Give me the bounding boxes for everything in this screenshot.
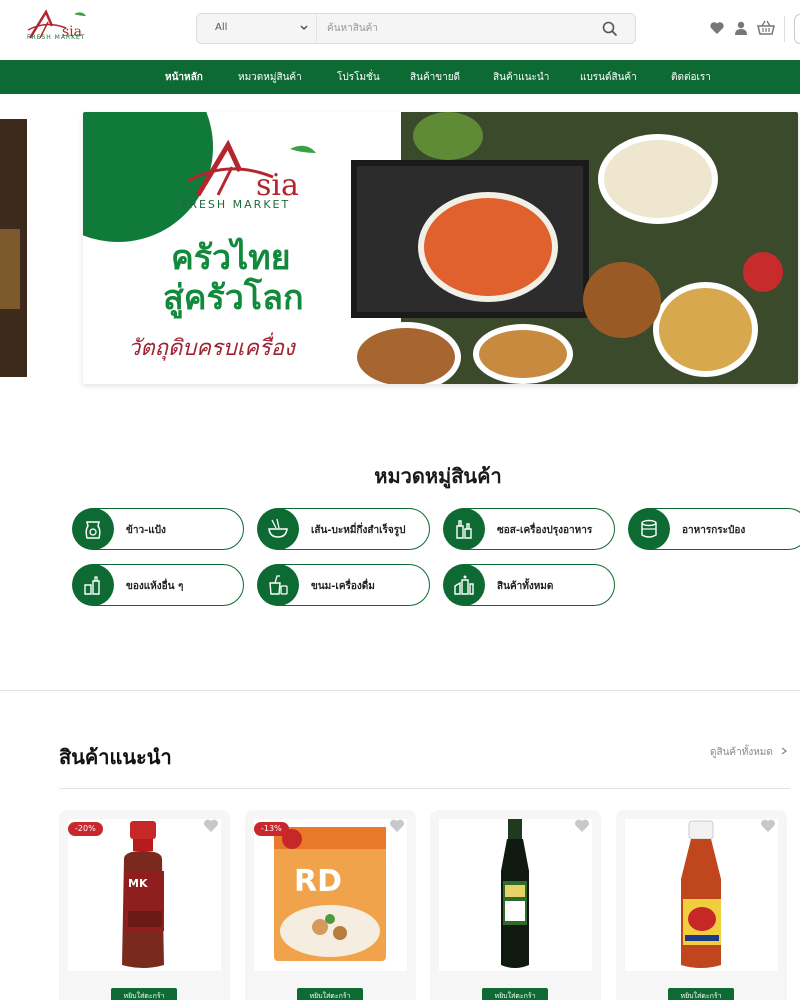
add-to-cart-button[interactable]: หยิบใส่ตะกร้า: [111, 988, 177, 1000]
tom-yum-bowl-image: [418, 192, 558, 302]
category-label: ข้าว-แป้ง: [126, 525, 166, 536]
discount-badge: -20%: [68, 822, 103, 836]
add-to-cart-button[interactable]: หยิบใส่ตะกร้า: [297, 988, 363, 1000]
recommended-title: สินค้าแนะนำ: [59, 745, 172, 769]
nav-item-home[interactable]: หน้าหลัก: [165, 70, 203, 85]
search-icon[interactable]: [601, 20, 619, 38]
page: sia FRESH MARKET All หน้าหลัก หมวดหมู่สิ…: [0, 0, 800, 1000]
section-divider: [0, 690, 800, 691]
mk-sauce-bottle-image: MK: [122, 821, 164, 968]
canned-food-icon: [628, 508, 670, 550]
product-card[interactable]: MK -20% หยิบใส่ตะกร้า: [59, 810, 230, 1000]
chevron-right-icon: [781, 747, 788, 755]
heart-icon[interactable]: [709, 20, 725, 36]
category-label: อาหารกระป๋อง: [682, 525, 746, 536]
category-rice-flour[interactable]: ข้าว-แป้ง: [72, 508, 244, 550]
category-sauces[interactable]: ซอส-เครื่องปรุงอาหาร: [443, 508, 615, 550]
heart-icon[interactable]: [203, 818, 219, 833]
chili-image: [743, 252, 783, 292]
recommended-underline: [59, 788, 790, 789]
dark-soy-sauce-bottle-image: [501, 819, 529, 968]
heart-icon[interactable]: [760, 818, 776, 833]
heart-icon[interactable]: [389, 818, 405, 833]
hero-banner[interactable]: sia FRESH MARKET ครัวไทย สู่ครัวโลก วัตถ…: [83, 112, 798, 384]
main-nav: หน้าหลัก หมวดหมู่สินค้า โปรโมชั่น สินค้า…: [0, 60, 800, 94]
nav-item-bestsellers[interactable]: สินค้าขายดี: [410, 70, 460, 85]
product-card[interactable]: หยิบใส่ตะกร้า: [616, 810, 787, 1000]
hero-prev-slide-image: [0, 229, 20, 309]
category-snacks-drinks[interactable]: ขนม-เครื่องดื่ม: [257, 564, 430, 606]
svg-text:MK: MK: [128, 877, 148, 890]
add-to-cart-button[interactable]: หยิบใส่ตะกร้า: [668, 988, 734, 1000]
grilled-chicken-image: [583, 262, 661, 338]
dry-goods-icon: [72, 564, 114, 606]
herbs-image: [413, 112, 483, 160]
hero-tagline: วัตถุดิบครบเครื่อง: [128, 336, 295, 361]
search-bar: All: [196, 13, 636, 44]
hero-logo-mark: sia: [187, 139, 316, 203]
user-icon[interactable]: [733, 20, 749, 36]
product-image[interactable]: RD: [254, 819, 407, 971]
fish-sauce-bottle-image: [681, 820, 721, 968]
heart-icon[interactable]: [574, 818, 590, 833]
logo-subtitle: FRESH MARKET: [27, 34, 86, 41]
discount-badge: -13%: [254, 822, 289, 836]
nav-item-recommended[interactable]: สินค้าแนะนำ: [493, 70, 549, 85]
tom-kha-bowl-image: [598, 134, 718, 224]
product-image[interactable]: [625, 819, 778, 971]
view-all-link[interactable]: ดูสินค้าทั้งหมด: [710, 745, 788, 760]
stir-fry-plate-image: [351, 322, 461, 384]
category-label: สินค้าทั้งหมด: [497, 581, 554, 592]
noodle-bowl-icon: [257, 508, 299, 550]
all-products-icon: [443, 564, 485, 606]
nav-item-promotions[interactable]: โปรโมชั่น: [337, 70, 380, 85]
search-category-value: All: [215, 22, 228, 33]
category-label: เส้น-บะหมี่กึ่งสำเร็จรูป: [311, 525, 406, 536]
sauce-bottles-icon: [443, 508, 485, 550]
view-all-label: ดูสินค้าทั้งหมด: [710, 747, 773, 758]
category-label: ซอส-เครื่องปรุงอาหาร: [497, 525, 593, 536]
product-card[interactable]: RD -13% หยิบใส่ตะกร้า: [245, 810, 416, 1000]
chevron-down-icon: [300, 25, 308, 30]
nav-item-contact[interactable]: ติดต่อเรา: [671, 70, 711, 85]
category-canned-food[interactable]: อาหารกระป๋อง: [628, 508, 800, 550]
hero-prev-slide[interactable]: [0, 119, 27, 377]
nav-item-brands[interactable]: แบรนด์สินค้า: [580, 70, 637, 85]
product-image[interactable]: MK: [68, 819, 221, 971]
pad-thai-plate-image: [473, 324, 573, 384]
svg-text:RD: RD: [294, 864, 342, 899]
category-dry-goods[interactable]: ของแห้งอื่น ๆ: [72, 564, 244, 606]
add-to-cart-button[interactable]: หยิบใส่ตะกร้า: [482, 988, 548, 1000]
site-header: sia FRESH MARKET All: [0, 0, 800, 60]
hero-title-line2: สู่ครัวโลก: [163, 278, 304, 318]
rice-sack-icon: [72, 508, 114, 550]
product-card[interactable]: หยิบใส่ตะกร้า: [430, 810, 601, 1000]
product-image[interactable]: [439, 819, 592, 971]
nav-item-categories[interactable]: หมวดหมู่สินค้า: [238, 70, 302, 85]
snack-drink-icon: [257, 564, 299, 606]
basket-icon[interactable]: [757, 20, 775, 36]
categories-title: หมวดหมู่สินค้า: [374, 464, 502, 488]
search-input[interactable]: [327, 17, 587, 40]
header-separator: [784, 16, 785, 42]
category-label: ของแห้งอื่น ๆ: [126, 581, 184, 592]
category-label: ขนม-เครื่องดื่ม: [311, 581, 375, 592]
hero-logo-subtitle: FRESH MARKET: [181, 198, 291, 211]
search-category-select[interactable]: All: [197, 14, 317, 43]
category-all-products[interactable]: สินค้าทั้งหมด: [443, 564, 615, 606]
header-edge-button[interactable]: [794, 14, 800, 44]
rosdee-seasoning-pack-image: RD: [274, 827, 386, 961]
papaya-salad-image: [653, 282, 758, 377]
category-noodles[interactable]: เส้น-บะหมี่กึ่งสำเร็จรูป: [257, 508, 430, 550]
